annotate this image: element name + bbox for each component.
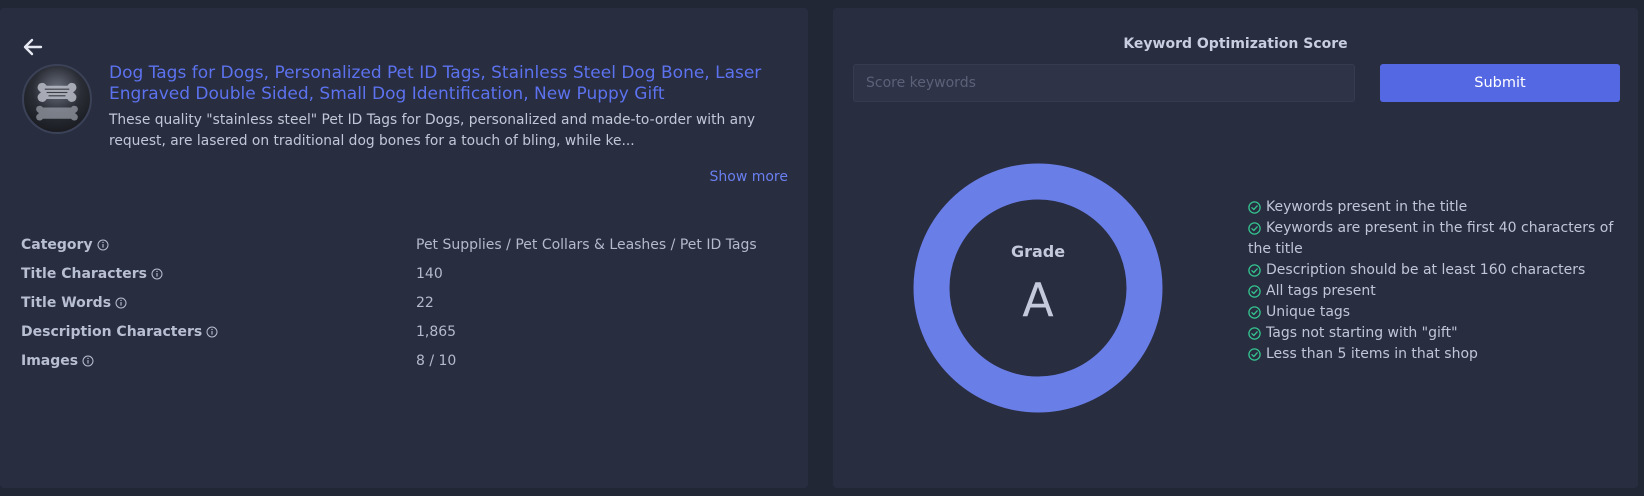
stat-value: 22: [416, 295, 434, 311]
grade-label: Grade: [1010, 242, 1066, 261]
checklist-item: Tags not starting with "gift": [1248, 323, 1623, 344]
checklist-text: Tags not starting with "gift": [1266, 325, 1458, 341]
check-circle-icon: [1248, 285, 1261, 298]
checklist-text: Less than 5 items in that shop: [1266, 346, 1478, 362]
check-circle-icon: [1248, 348, 1261, 361]
product-description: These quality "stainless steel" Pet ID T…: [109, 112, 756, 149]
info-icon[interactable]: [151, 268, 163, 280]
stat-value: 8 / 10: [416, 353, 457, 369]
checklist-item: Description should be at least 160 chara…: [1248, 260, 1623, 281]
stat-value: 1,865: [416, 324, 457, 340]
checklist-item: Keywords present in the title: [1248, 197, 1623, 218]
stat-row-title-words: Title Words 22: [21, 295, 781, 324]
score-checklist: Keywords present in the title Keywords a…: [1248, 197, 1623, 365]
checklist-text: Description should be at least 160 chara…: [1266, 262, 1586, 278]
score-panel-title: Keyword Optimization Score: [1123, 36, 1348, 52]
info-icon[interactable]: [82, 355, 94, 367]
grade-value: A: [1022, 273, 1054, 327]
check-circle-icon: [1248, 222, 1261, 235]
check-circle-icon: [1248, 264, 1261, 277]
stat-row-description-characters: Description Characters 1,865: [21, 324, 781, 353]
checklist-text: All tags present: [1266, 283, 1376, 299]
score-keywords-input[interactable]: [853, 64, 1355, 102]
checklist-item: Less than 5 items in that shop: [1248, 344, 1623, 365]
listing-panel: Dog Tags for Dogs, Personalized Pet ID T…: [0, 8, 808, 488]
info-icon[interactable]: [97, 239, 109, 251]
checklist-text: Keywords are present in the first 40 cha…: [1248, 220, 1614, 257]
stat-row-images: Images 8 / 10: [21, 353, 781, 382]
info-icon[interactable]: [115, 297, 127, 309]
checklist-item: All tags present: [1248, 281, 1623, 302]
stat-label: Description Characters: [21, 324, 203, 340]
checklist-text: Keywords present in the title: [1266, 199, 1468, 215]
show-more-link[interactable]: Show more: [710, 169, 789, 185]
info-icon[interactable]: [206, 326, 218, 338]
check-circle-icon: [1248, 327, 1261, 340]
submit-button[interactable]: Submit: [1380, 64, 1620, 102]
product-title-link[interactable]: Dog Tags for Dogs, Personalized Pet ID T…: [109, 63, 789, 105]
checklist-item: Unique tags: [1248, 302, 1623, 323]
stat-row-category: Category Pet Supplies / Pet Collars & Le…: [21, 237, 781, 266]
product-thumbnail[interactable]: [22, 64, 92, 134]
stat-label: Images: [21, 353, 79, 369]
stat-value: 140: [416, 266, 443, 282]
checklist-text: Unique tags: [1266, 304, 1351, 320]
listing-stats: Category Pet Supplies / Pet Collars & Le…: [21, 237, 781, 382]
stat-label: Category: [21, 237, 93, 253]
checklist-item: Keywords are present in the first 40 cha…: [1248, 218, 1623, 260]
keyword-score-panel: Keyword Optimization Score Submit Grade …: [833, 8, 1638, 488]
stat-label: Title Characters: [21, 266, 147, 282]
stat-value: Pet Supplies / Pet Collars & Leashes / P…: [416, 237, 757, 253]
check-circle-icon: [1248, 306, 1261, 319]
stat-label: Title Words: [21, 295, 112, 311]
check-circle-icon: [1248, 201, 1261, 214]
back-arrow-icon[interactable]: [20, 34, 46, 60]
stat-row-title-characters: Title Characters 140: [21, 266, 781, 295]
